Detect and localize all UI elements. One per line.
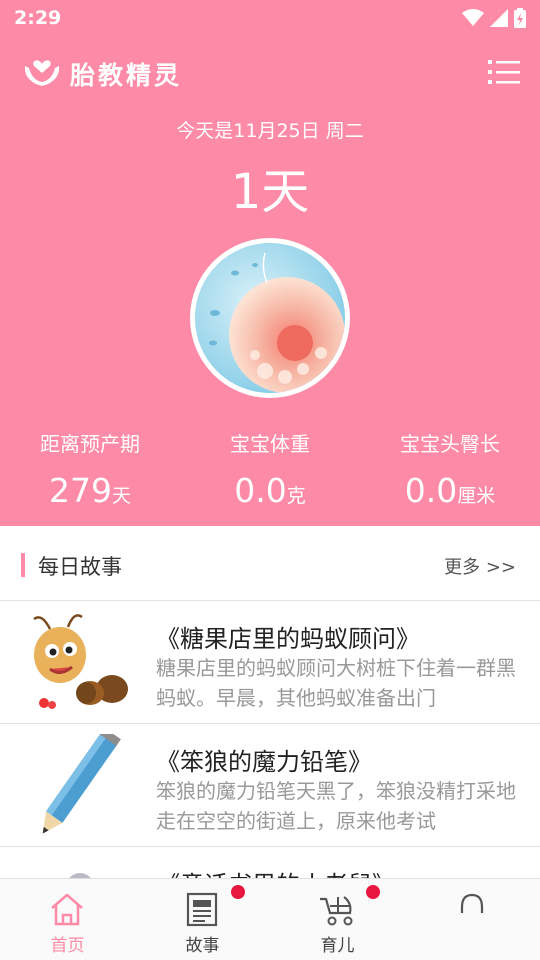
embryo-image: [190, 238, 350, 398]
wifi-icon: [462, 9, 484, 26]
stat-value: 0.0: [404, 471, 458, 510]
stat-label: 距离预产期: [40, 432, 140, 456]
embryo-illustration: [195, 243, 345, 393]
stat-value-row: 0.0克: [180, 471, 360, 510]
newspaper-icon: [186, 892, 218, 927]
tab-label: 首页: [50, 936, 85, 956]
more-stories-link[interactable]: 更多 >>: [444, 553, 516, 579]
story-item[interactable]: 《笨狼的魔力铅笔》 笨狼的魔力铅笔天黑了，笨狼没精打采地走在空空的街道上，原来他…: [0, 724, 540, 847]
stat-due-date: 距离预产期 279天: [0, 428, 180, 510]
stat-value: 279: [48, 471, 112, 510]
stat-baby-weight: 宝宝体重 0.0克: [180, 428, 360, 510]
section-accent-bar: [21, 553, 25, 577]
daily-story-header: 每日故事 更多 >>: [0, 527, 540, 601]
stat-unit: 天: [111, 485, 131, 507]
notification-badge: [231, 885, 245, 899]
pregnancy-day-count: 1天: [230, 164, 310, 220]
headset-icon: [460, 893, 484, 913]
story-item[interactable]: 《糖果店里的蚂蚁顾问》 糖果店里的蚂蚁顾问大树桩下住着一群黑蚂蚁。早晨，其他蚂蚁…: [0, 601, 540, 724]
pencil-illustration: [42, 734, 121, 834]
story-title: 《糖果店里的蚂蚁顾问》: [156, 625, 420, 653]
pregnancy-stats: 距离预产期 279天 宝宝体重 0.0克 宝宝头臀长 0.0厘米: [0, 428, 540, 518]
bottom-tab-bar: 首页 故事 育儿: [0, 878, 540, 960]
story-description: 笨狼的魔力铅笔天黑了，笨狼没精打采地走在空空的街道上，原来他考试: [156, 779, 516, 833]
ant-illustration: [33, 614, 128, 709]
section-title: 每日故事: [38, 555, 122, 579]
hands-heart-logo: [24, 60, 60, 86]
tab-headset[interactable]: [405, 879, 540, 960]
tab-label: 故事: [185, 936, 220, 956]
list-menu-icon[interactable]: [488, 58, 520, 86]
stat-unit: 厘米: [457, 485, 496, 507]
hero-panel: 2:29 胎教精灵 今天是11月25日 周二 1天 距离预产期 279天 宝宝体…: [0, 0, 540, 526]
stat-crown-rump-length: 宝宝头臀长 0.0厘米: [360, 428, 540, 510]
story-description: 糖果店里的蚂蚁顾问大树桩下住着一群黑蚂蚁。早晨，其他蚂蚁准备出门: [156, 656, 516, 710]
stroller-icon: [320, 896, 353, 926]
stat-value-row: 279天: [0, 471, 180, 510]
status-icons: [462, 8, 526, 28]
status-bar: 2:29: [0, 0, 540, 36]
signal-icon: [490, 9, 508, 27]
today-date: 今天是11月25日 周二: [176, 120, 364, 142]
battery-icon: [514, 8, 526, 28]
status-time: 2:29: [14, 7, 62, 29]
stat-label: 宝宝体重: [230, 432, 310, 456]
tab-parenting[interactable]: 育儿: [270, 879, 405, 960]
tab-stories[interactable]: 故事: [135, 879, 270, 960]
app-title: 胎教精灵: [70, 61, 183, 90]
stat-label: 宝宝头臀长: [400, 432, 500, 456]
story-title: 《笨狼的魔力铅笔》: [156, 748, 372, 776]
home-icon: [51, 893, 83, 926]
notification-badge: [366, 885, 380, 899]
tab-home[interactable]: 首页: [0, 879, 135, 960]
app-bar: 胎教精灵: [0, 44, 540, 100]
stat-unit: 克: [286, 485, 306, 507]
stat-value: 0.0: [234, 471, 287, 510]
stat-value-row: 0.0厘米: [360, 471, 540, 510]
tab-label: 育儿: [320, 936, 355, 956]
